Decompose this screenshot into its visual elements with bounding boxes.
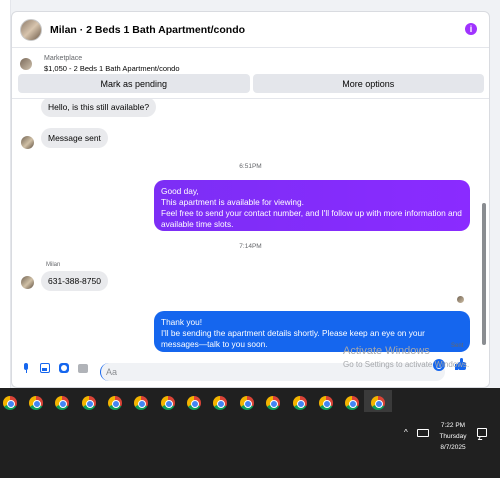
sender-name: Milan — [46, 262, 61, 268]
listing-summary: $1,050 - 2 Beds 1 Bath Apartment/condo — [44, 64, 180, 73]
chrome-icon[interactable] — [3, 396, 17, 410]
chat-title[interactable]: Milan · 2 Beds 1 Bath Apartment/condo — [50, 24, 245, 36]
clock-day: Thursday — [439, 433, 467, 440]
chrome-icon[interactable] — [371, 396, 385, 410]
chrome-icon[interactable] — [55, 396, 69, 410]
microphone-icon[interactable] — [21, 363, 31, 373]
chrome-icon[interactable] — [319, 396, 333, 410]
mark-as-pending-button[interactable]: Mark as pending — [18, 74, 250, 93]
contact-avatar[interactable] — [21, 276, 34, 289]
clock-date: 8/7/2025 — [440, 444, 466, 451]
chrome-icon[interactable] — [29, 396, 43, 410]
contact-avatar[interactable] — [21, 136, 34, 149]
listing-thumbnail — [20, 58, 32, 70]
like-thumbs-up-icon[interactable] — [455, 358, 467, 370]
notification-icon[interactable] — [477, 428, 487, 437]
message-line: This apartment is available for viewing. — [161, 197, 304, 207]
sticker-icon[interactable] — [59, 363, 69, 373]
incoming-message: Hello, is this still available? — [41, 99, 157, 117]
chrome-icon[interactable] — [108, 396, 122, 410]
marketplace-text: Marketplace $1,050 - 2 Beds 1 Bath Apart… — [44, 55, 180, 73]
incoming-message: 631-388-8750 — [41, 271, 108, 291]
chrome-icon[interactable] — [293, 396, 307, 410]
outgoing-message: Good day, This apartment is available fo… — [154, 180, 470, 231]
chrome-icon[interactable] — [240, 396, 254, 410]
sent-status: Sent — [451, 343, 464, 349]
photo-gallery-icon[interactable] — [40, 363, 50, 373]
message-line: Feel free to send your contact number, a… — [161, 208, 462, 229]
more-options-button[interactable]: More options — [252, 74, 484, 93]
listing-actions: Mark as pending More options — [18, 74, 484, 93]
keyboard-icon[interactable] — [417, 429, 429, 437]
clock-time: 7:22 PM — [440, 422, 466, 429]
chat-window: Milan · 2 Beds 1 Bath Apartment/condo i … — [11, 11, 490, 388]
timestamp: 7:14PM — [239, 243, 262, 250]
chrome-icon[interactable] — [266, 396, 280, 410]
taskbar-clock[interactable]: 7:22 PM Thursday 8/7/2025 — [432, 420, 474, 453]
chrome-icon[interactable] — [134, 396, 148, 410]
chrome-icon[interactable] — [82, 396, 96, 410]
scrollbar-thumb[interactable] — [482, 203, 486, 345]
chrome-icon[interactable] — [213, 396, 227, 410]
info-icon[interactable]: i — [465, 23, 477, 35]
marketplace-label: Marketplace — [44, 55, 83, 62]
show-hidden-icons-chevron[interactable]: ^ — [404, 428, 408, 437]
chat-header: Milan · 2 Beds 1 Bath Apartment/condo i — [12, 12, 489, 48]
background-window-edge — [0, 0, 11, 388]
message-line: I'll be sending the apartment details sh… — [161, 328, 425, 349]
emoji-icon[interactable] — [433, 359, 445, 371]
chrome-icon[interactable] — [187, 396, 201, 410]
message-thread[interactable]: Hello, is this still available? Message … — [12, 98, 489, 355]
message-input[interactable] — [100, 363, 445, 381]
chrome-icon[interactable] — [161, 396, 175, 410]
chrome-icon[interactable] — [345, 396, 359, 410]
listing-avatar[interactable] — [20, 18, 42, 41]
incoming-message: Message sent — [41, 128, 108, 148]
read-receipt-avatar — [457, 296, 464, 303]
message-line: Good day, — [161, 186, 199, 196]
timestamp: 6:51PM — [239, 163, 262, 170]
message-line: Thank you! — [161, 317, 203, 327]
gif-icon[interactable] — [78, 364, 88, 373]
outgoing-message: Thank you! I'll be sending the apartment… — [154, 311, 470, 352]
